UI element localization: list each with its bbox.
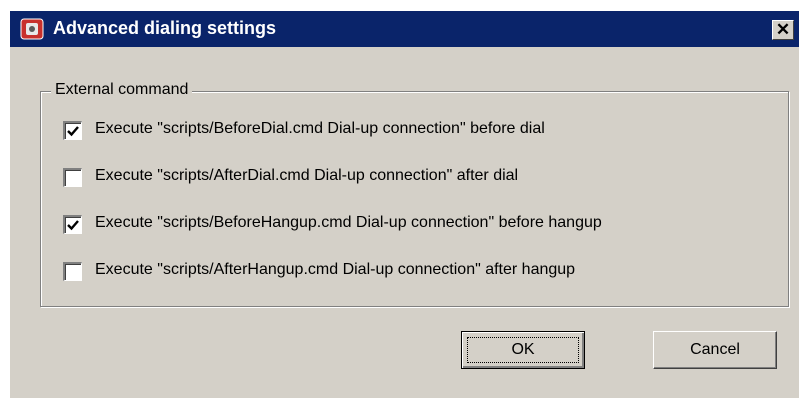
advanced-dialing-settings-dialog: Advanced dialing settings ✕ External com… — [8, 9, 799, 398]
checkbox-after-dial[interactable] — [63, 168, 82, 187]
close-icon: ✕ — [775, 20, 791, 39]
close-button[interactable]: ✕ — [772, 20, 794, 40]
ok-label: OK — [511, 341, 535, 358]
window-title: Advanced dialing settings — [53, 18, 277, 38]
cancel-label: Cancel — [690, 341, 740, 358]
checkbox-after-hangup[interactable] — [63, 262, 82, 281]
option-label: Execute "scripts/AfterHangup.cmd Dial-up… — [95, 261, 576, 278]
cancel-button[interactable]: Cancel — [653, 331, 777, 369]
option-label: Execute "scripts/BeforeHangup.cmd Dial-u… — [95, 214, 602, 231]
group-legend: External command — [51, 81, 193, 99]
checkmark-icon — [67, 220, 79, 231]
ok-button[interactable]: OK — [461, 331, 585, 369]
external-command-group: External command Execute "scripts/Before… — [40, 81, 789, 307]
title-bar[interactable]: Advanced dialing settings ✕ — [10, 11, 799, 47]
option-label: Execute "scripts/BeforeDial.cmd Dial-up … — [95, 120, 545, 137]
checkmark-icon — [67, 126, 79, 137]
option-label: Execute "scripts/AfterDial.cmd Dial-up c… — [95, 167, 519, 184]
checkbox-before-hangup[interactable] — [63, 215, 82, 234]
app-phone-icon — [20, 18, 44, 40]
checkbox-before-dial[interactable] — [63, 121, 82, 140]
